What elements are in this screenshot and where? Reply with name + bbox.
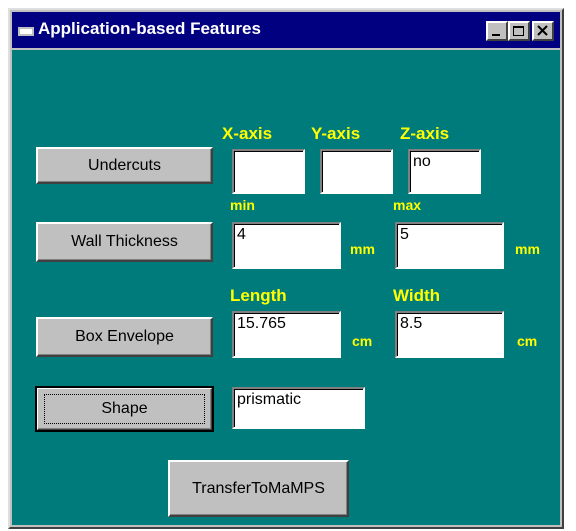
max-label: max <box>393 197 422 213</box>
undercuts-y-input[interactable] <box>320 149 393 194</box>
close-icon <box>537 25 548 36</box>
window-title: Application-based Features <box>38 19 261 38</box>
app-window-icon <box>18 24 34 36</box>
box-envelope-length-unit: cm <box>352 333 373 349</box>
wall-thickness-max-unit: mm <box>515 241 540 257</box>
width-label: Width <box>393 286 441 305</box>
title-bar[interactable]: Application-based Features <box>12 12 560 48</box>
undercuts-button[interactable]: Undercuts <box>36 147 213 184</box>
app-window: Application-based Features X-axis Y-axis… <box>8 8 564 529</box>
wall-thickness-button[interactable]: Wall Thickness <box>36 222 213 262</box>
form-client-area: X-axis Y-axis Z-axis Undercuts no min ma… <box>12 50 560 525</box>
shape-input[interactable]: prismatic <box>232 387 365 429</box>
box-envelope-length-input[interactable]: 15.765 <box>232 311 341 358</box>
transfer-button[interactable]: TransferToMaMPS <box>168 460 349 517</box>
undercuts-z-input[interactable]: no <box>408 149 481 194</box>
y-axis-label: Y-axis <box>311 124 361 143</box>
close-button[interactable] <box>532 21 554 41</box>
shape-button[interactable]: Shape <box>35 386 214 432</box>
maximize-button[interactable] <box>508 21 530 41</box>
wall-thickness-min-input[interactable]: 4 <box>232 222 341 269</box>
length-label: Length <box>230 286 287 305</box>
minimize-button[interactable] <box>486 21 508 41</box>
box-envelope-width-unit: cm <box>517 333 538 349</box>
x-axis-label: X-axis <box>222 124 273 143</box>
shape-button-label: Shape <box>101 400 148 417</box>
wall-thickness-min-unit: mm <box>350 241 375 257</box>
undercuts-x-input[interactable] <box>232 149 305 194</box>
minimize-icon <box>492 34 500 36</box>
min-label: min <box>230 197 255 213</box>
box-envelope-button[interactable]: Box Envelope <box>36 317 213 357</box>
box-envelope-width-input[interactable]: 8.5 <box>395 311 504 358</box>
wall-thickness-max-input[interactable]: 5 <box>395 222 504 269</box>
maximize-icon <box>513 26 524 36</box>
z-axis-label: Z-axis <box>400 124 450 143</box>
